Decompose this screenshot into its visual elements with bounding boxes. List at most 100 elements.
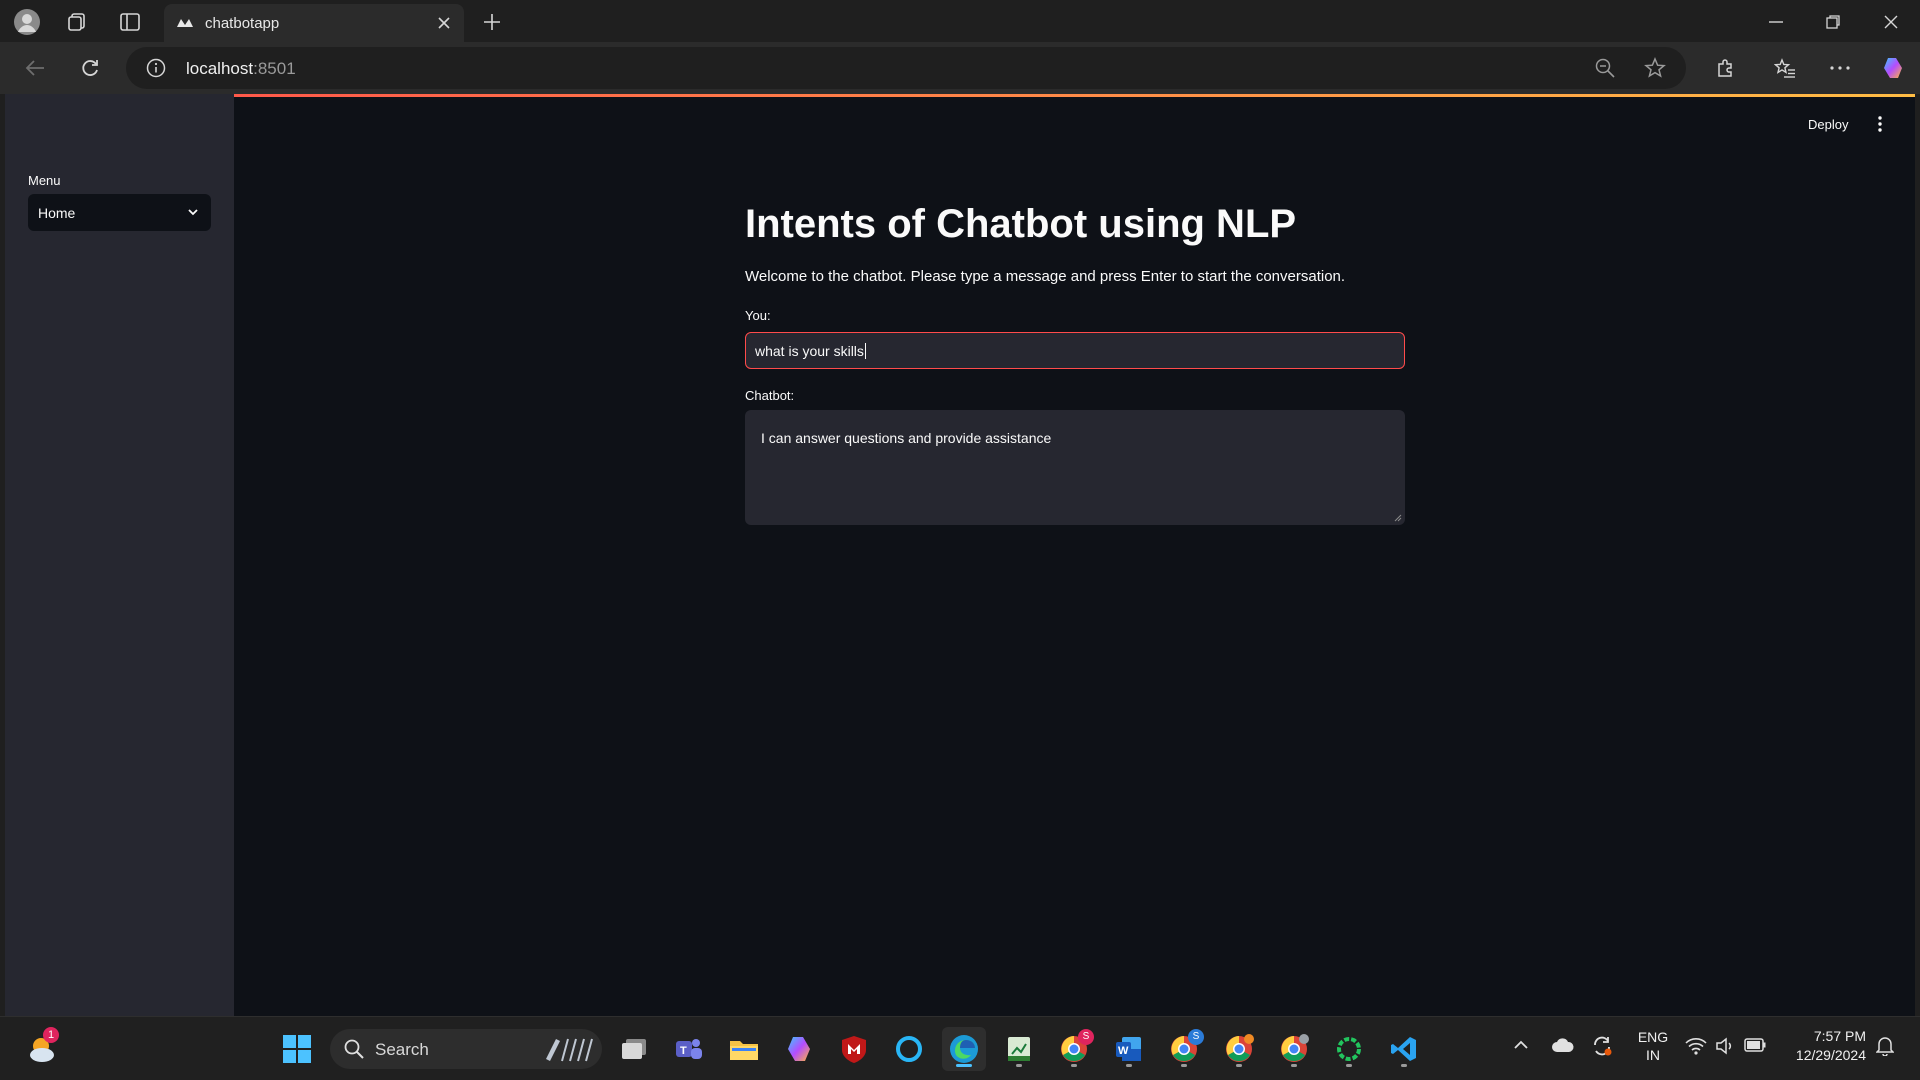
browser-toolbar: localhost:8501: [0, 42, 1920, 94]
chatbot-label: Chatbot:: [745, 388, 795, 403]
edge-icon: [950, 1035, 978, 1063]
cortana-app[interactable]: [887, 1027, 931, 1071]
url-text: localhost:8501: [186, 59, 296, 79]
text-caret: [864, 343, 866, 359]
url-port: :8501: [253, 59, 296, 78]
svg-text:T: T: [680, 1045, 687, 1057]
clock-time: 7:57 PM: [1813, 1028, 1866, 1044]
edge-app[interactable]: [942, 1027, 986, 1071]
copilot-app-icon: [788, 1037, 810, 1061]
streamlit-favicon-icon: [176, 15, 194, 31]
windows-taskbar: 1 Search T S W S ENG IN 7:57 PM 12/29/20…: [0, 1016, 1920, 1080]
favorite-star-icon[interactable]: [1644, 57, 1666, 79]
word-icon: W: [1116, 1037, 1141, 1061]
clock-date: 12/29/2024: [1795, 1047, 1866, 1063]
resize-handle-icon[interactable]: [1394, 514, 1402, 522]
running-indicator: [1291, 1064, 1297, 1067]
vscode-app[interactable]: [1382, 1027, 1426, 1071]
search-highlight-icon: [542, 1035, 594, 1063]
clock[interactable]: 7:57 PM 12/29/2024: [1780, 1027, 1866, 1065]
menu-select[interactable]: Home: [28, 194, 211, 231]
streamlit-app: Menu Home Deploy Intents of Chatbot usin…: [5, 94, 1915, 1016]
input-language[interactable]: ENG IN: [1631, 1028, 1675, 1064]
site-info-icon[interactable]: [146, 58, 166, 78]
vertical-tabs-icon[interactable]: [117, 10, 143, 34]
user-message-input[interactable]: what is your skills: [745, 332, 1405, 369]
word-app[interactable]: W: [1107, 1027, 1151, 1071]
volume-icon[interactable]: [1715, 1037, 1735, 1055]
zoom-out-icon[interactable]: [1595, 58, 1615, 78]
running-indicator: [1016, 1064, 1022, 1067]
favorites-list-icon[interactable]: [1772, 56, 1798, 80]
deploy-button[interactable]: Deploy: [1808, 117, 1848, 132]
taskbar-search[interactable]: Search: [330, 1029, 602, 1069]
back-arrow-icon[interactable]: [22, 56, 48, 80]
minimize-window-icon[interactable]: [1764, 10, 1788, 34]
search-icon: [344, 1039, 364, 1059]
wifi-icon[interactable]: [1685, 1037, 1707, 1055]
sync-icon[interactable]: [1591, 1035, 1613, 1057]
user-message-value: what is your skills: [755, 343, 866, 359]
green-ring-icon: [1337, 1037, 1361, 1061]
onedrive-cloud-icon[interactable]: [1551, 1037, 1575, 1053]
chrome-profile-avatar-app[interactable]: [1272, 1027, 1316, 1071]
region-code: IN: [1646, 1047, 1660, 1063]
copilot-icon[interactable]: [1879, 54, 1907, 82]
url-host: localhost: [186, 59, 254, 78]
teams-app[interactable]: T: [667, 1027, 711, 1071]
chrome-icon: [1281, 1034, 1309, 1062]
mcafee-shield-icon: [842, 1036, 866, 1063]
chatbot-response-textarea[interactable]: I can answer questions and provide assis…: [745, 410, 1405, 525]
page-title: Intents of Chatbot using NLP: [745, 202, 1297, 246]
chatbot-response-text: I can answer questions and provide assis…: [761, 430, 1052, 446]
file-explorer-app[interactable]: [722, 1027, 766, 1071]
workspaces-icon[interactable]: [64, 10, 90, 34]
cortana-ring-icon: [896, 1036, 922, 1062]
welcome-text: Welcome to the chatbot. Please type a me…: [745, 268, 1346, 285]
main-menu-icon[interactable]: [1873, 114, 1887, 134]
copilot-app[interactable]: [777, 1027, 821, 1071]
show-hidden-icons-chevron-icon[interactable]: [1513, 1039, 1529, 1051]
chrome-profile-orange-app[interactable]: [1217, 1027, 1261, 1071]
language-code: ENG: [1637, 1029, 1669, 1045]
new-tab-icon[interactable]: [480, 10, 504, 34]
app-top-decoration: [5, 94, 1915, 97]
windows-logo-icon: [283, 1035, 311, 1063]
running-indicator: [1071, 1064, 1077, 1067]
sidebar: Menu Home: [5, 94, 234, 1016]
weather-notification-badge: 1: [43, 1027, 59, 1043]
spreadsheet-icon: [1008, 1037, 1030, 1061]
extensions-icon[interactable]: [1713, 56, 1739, 80]
running-indicator: [1346, 1064, 1352, 1067]
weather-widget[interactable]: 1: [20, 1027, 64, 1071]
running-indicator: [1181, 1064, 1187, 1067]
menu-selected-value: Home: [38, 205, 76, 221]
profile-avatar-icon[interactable]: [12, 8, 42, 36]
chrome-profile-s-app[interactable]: S: [1052, 1027, 1096, 1071]
running-indicator: [1401, 1064, 1407, 1067]
you-label: You:: [745, 308, 771, 323]
profile-badge: S: [1078, 1029, 1094, 1045]
folder-icon: [730, 1041, 758, 1060]
chrome-icon: [1226, 1034, 1254, 1062]
profile-badge: S: [1188, 1029, 1204, 1045]
user-message-text: what is your skills: [755, 343, 864, 359]
restore-window-icon[interactable]: [1821, 10, 1845, 34]
search-placeholder: Search: [375, 1040, 429, 1059]
close-tab-icon[interactable]: [437, 16, 451, 30]
task-view-button[interactable]: [612, 1027, 656, 1071]
running-indicator: [1126, 1064, 1132, 1067]
refresh-icon[interactable]: [77, 56, 103, 80]
tab-chatbotapp[interactable]: chatbotapp: [164, 4, 464, 42]
close-window-icon[interactable]: [1879, 10, 1903, 34]
browser-tab-bar: chatbotapp: [0, 0, 1920, 42]
chrome-profile-blue-app[interactable]: S: [1162, 1027, 1206, 1071]
more-options-icon[interactable]: [1827, 56, 1853, 80]
mcafee-app[interactable]: [832, 1027, 876, 1071]
loading-ring-app[interactable]: [1327, 1027, 1371, 1071]
spreadsheet-app[interactable]: [997, 1027, 1041, 1071]
battery-icon[interactable]: [1744, 1038, 1766, 1052]
address-bar[interactable]: localhost:8501: [126, 47, 1686, 89]
start-button[interactable]: [275, 1027, 319, 1071]
notifications-bell-icon[interactable]: [1876, 1036, 1894, 1056]
